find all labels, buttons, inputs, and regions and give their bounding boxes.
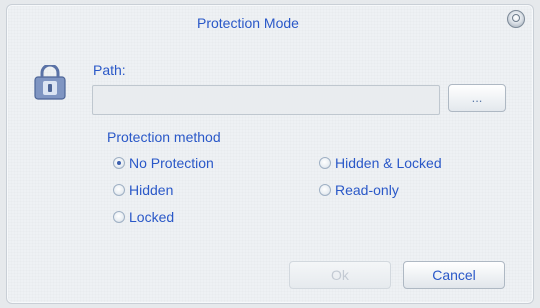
protection-method-label: Protection method: [107, 129, 221, 145]
lock-icon: [34, 65, 66, 100]
radio-unchecked-icon: [319, 157, 331, 169]
path-label: Path:: [93, 62, 126, 78]
radio-hidden[interactable]: Hidden: [113, 182, 173, 198]
close-icon[interactable]: [507, 10, 525, 28]
ok-button[interactable]: Ok: [289, 261, 391, 289]
radio-label: No Protection: [129, 155, 214, 171]
cancel-button[interactable]: Cancel: [403, 261, 505, 289]
radio-label: Read-only: [335, 182, 399, 198]
radio-unchecked-icon: [319, 184, 331, 196]
protection-mode-dialog: Protection Mode Path: ... Protection met…: [6, 4, 534, 304]
path-input[interactable]: [92, 85, 440, 115]
radio-label: Hidden & Locked: [335, 155, 442, 171]
radio-unchecked-icon: [113, 211, 125, 223]
radio-locked[interactable]: Locked: [113, 209, 174, 225]
radio-label: Hidden: [129, 182, 174, 198]
browse-button[interactable]: ...: [448, 84, 506, 112]
radio-label: Locked: [129, 209, 175, 225]
radio-unchecked-icon: [113, 184, 125, 196]
radio-checked-icon: [113, 157, 125, 169]
radio-read-only[interactable]: Read-only: [319, 182, 399, 198]
radio-no-protection[interactable]: No Protection: [113, 155, 214, 171]
radio-hidden-and-locked[interactable]: Hidden & Locked: [319, 155, 442, 171]
title-bar[interactable]: Protection Mode: [7, 5, 533, 39]
window-title: Protection Mode: [197, 15, 299, 31]
